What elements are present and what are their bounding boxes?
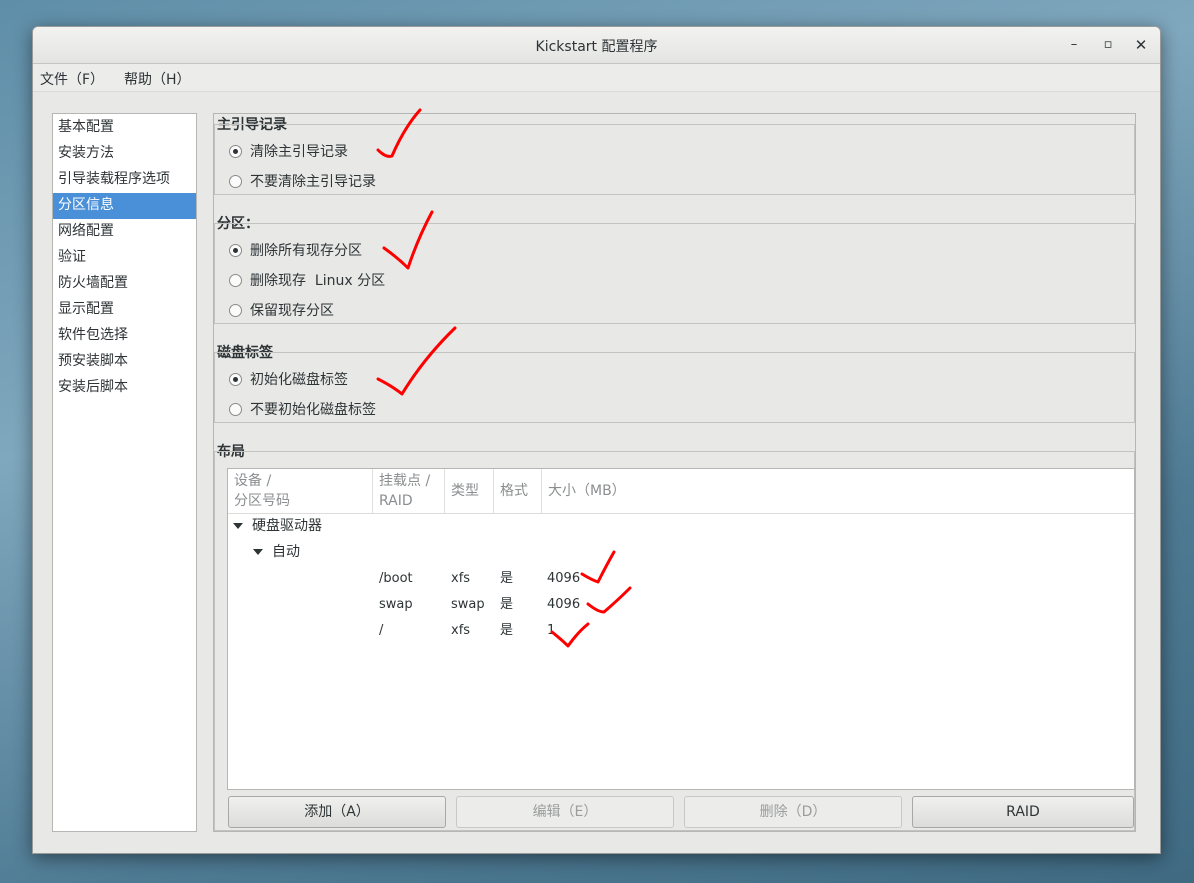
- sidebar-item-bootloader[interactable]: 引导装载程序选项: [53, 167, 196, 193]
- radio-unselected-icon[interactable]: [229, 402, 242, 416]
- expander-icon[interactable]: [253, 549, 263, 555]
- cell-type: xfs: [451, 623, 471, 638]
- partition-table[interactable]: 设备 / 分区号码 挂载点 / RAID 类型 格式 大小（MB） 硬盘驱动器 …: [227, 468, 1135, 790]
- radio-selected-icon[interactable]: [229, 144, 242, 158]
- sidebar-item-network[interactable]: 网络配置: [53, 219, 196, 245]
- titlebar: Kickstart 配置程序 – ▫ ✕: [33, 27, 1160, 64]
- partition-option-remove-linux-label: 删除现存 Linux 分区: [250, 273, 386, 289]
- disklabel-option-init[interactable]: 初始化磁盘标签: [229, 369, 348, 389]
- cell-mount: /boot: [379, 571, 413, 586]
- cell-format: 是: [500, 597, 514, 612]
- menu-help[interactable]: 帮助（H）: [124, 69, 191, 89]
- sidebar-item-display[interactable]: 显示配置: [53, 297, 196, 323]
- window-title: Kickstart 配置程序: [535, 39, 658, 55]
- disklabel-option-no-init[interactable]: 不要初始化磁盘标签: [229, 399, 376, 419]
- radio-unselected-icon[interactable]: [229, 273, 242, 287]
- cell-mount: swap: [379, 597, 413, 612]
- expander-icon[interactable]: [233, 523, 243, 529]
- sidebar-item-basic[interactable]: 基本配置: [53, 115, 196, 141]
- sidebar-item-install-method[interactable]: 安装方法: [53, 141, 196, 167]
- sidebar-item-post-script[interactable]: 安装后脚本: [53, 375, 196, 401]
- col-mount-line2: RAID: [379, 493, 413, 509]
- sidebar-item-auth[interactable]: 验证: [53, 245, 196, 271]
- cell-type: xfs: [451, 571, 471, 586]
- mbr-option-keep-label: 不要清除主引导记录: [250, 174, 376, 190]
- partition-option-remove-linux[interactable]: 删除现存 Linux 分区: [229, 270, 385, 290]
- partition-option-keep[interactable]: 保留现存分区: [229, 300, 334, 320]
- sidebar-item-pre-script[interactable]: 预安装脚本: [53, 349, 196, 375]
- cell-size: 4096: [547, 597, 581, 612]
- radio-selected-icon[interactable]: [229, 243, 242, 257]
- cell-size: 4096: [547, 571, 581, 586]
- mbr-option-clear[interactable]: 清除主引导记录: [229, 141, 348, 161]
- tree-node-hard-drives-label: 硬盘驱动器: [252, 518, 322, 534]
- tree-node-auto-label: 自动: [272, 544, 300, 560]
- partition-panel: 主引导记录 清除主引导记录 不要清除主引导记录 分区： 删除所有现存分区 删除现…: [213, 113, 1136, 832]
- raid-button[interactable]: RAID: [912, 796, 1134, 828]
- add-button[interactable]: 添加（A）: [228, 796, 446, 828]
- close-button[interactable]: ✕: [1129, 33, 1153, 57]
- radio-unselected-icon[interactable]: [229, 174, 242, 188]
- col-format[interactable]: 格式: [494, 469, 542, 513]
- edit-button[interactable]: 编辑（E）: [456, 796, 674, 828]
- mbr-option-clear-label: 清除主引导记录: [250, 144, 348, 160]
- sidebar-item-firewall[interactable]: 防火墙配置: [53, 271, 196, 297]
- minimize-button[interactable]: –: [1062, 33, 1086, 57]
- cell-format: 是: [500, 571, 514, 586]
- col-device-line2: 分区号码: [234, 493, 290, 509]
- cell-size: 1: [547, 623, 556, 638]
- menubar: 文件（F） 帮助（H）: [33, 64, 1160, 92]
- cell-format: 是: [500, 623, 514, 638]
- menu-file[interactable]: 文件（F）: [40, 69, 104, 89]
- radio-unselected-icon[interactable]: [229, 303, 242, 317]
- tree-node-hard-drives[interactable]: 硬盘驱动器: [233, 515, 322, 537]
- partition-option-keep-label: 保留现存分区: [250, 303, 334, 319]
- col-size[interactable]: 大小（MB）: [542, 469, 1134, 513]
- maximize-button[interactable]: ▫: [1096, 33, 1120, 57]
- col-type[interactable]: 类型: [445, 469, 494, 513]
- disklabel-option-init-label: 初始化磁盘标签: [250, 372, 348, 388]
- sidebar-item-packages[interactable]: 软件包选择: [53, 323, 196, 349]
- delete-button[interactable]: 删除（D）: [684, 796, 902, 828]
- mbr-option-keep[interactable]: 不要清除主引导记录: [229, 171, 376, 191]
- col-device[interactable]: 设备 / 分区号码: [228, 469, 373, 513]
- cell-type: swap: [451, 597, 485, 612]
- sidebar-nav: 基本配置 安装方法 引导装载程序选项 分区信息 网络配置 验证 防火墙配置 显示…: [52, 113, 197, 832]
- kickstart-window: Kickstart 配置程序 – ▫ ✕ 文件（F） 帮助（H） 基本配置 安装…: [32, 26, 1161, 854]
- disklabel-option-no-init-label: 不要初始化磁盘标签: [250, 402, 376, 418]
- table-header: 设备 / 分区号码 挂载点 / RAID 类型 格式 大小（MB）: [228, 469, 1134, 514]
- tree-node-auto[interactable]: 自动: [253, 541, 300, 563]
- radio-selected-icon[interactable]: [229, 372, 242, 386]
- sidebar-item-partitions[interactable]: 分区信息: [53, 193, 196, 219]
- col-mount[interactable]: 挂载点 / RAID: [373, 469, 445, 513]
- cell-mount: /: [379, 623, 384, 638]
- col-device-line1: 设备 /: [234, 473, 272, 489]
- partition-option-remove-all[interactable]: 删除所有现存分区: [229, 240, 362, 260]
- partition-option-remove-all-label: 删除所有现存分区: [250, 243, 362, 259]
- col-mount-line1: 挂载点 /: [379, 473, 431, 489]
